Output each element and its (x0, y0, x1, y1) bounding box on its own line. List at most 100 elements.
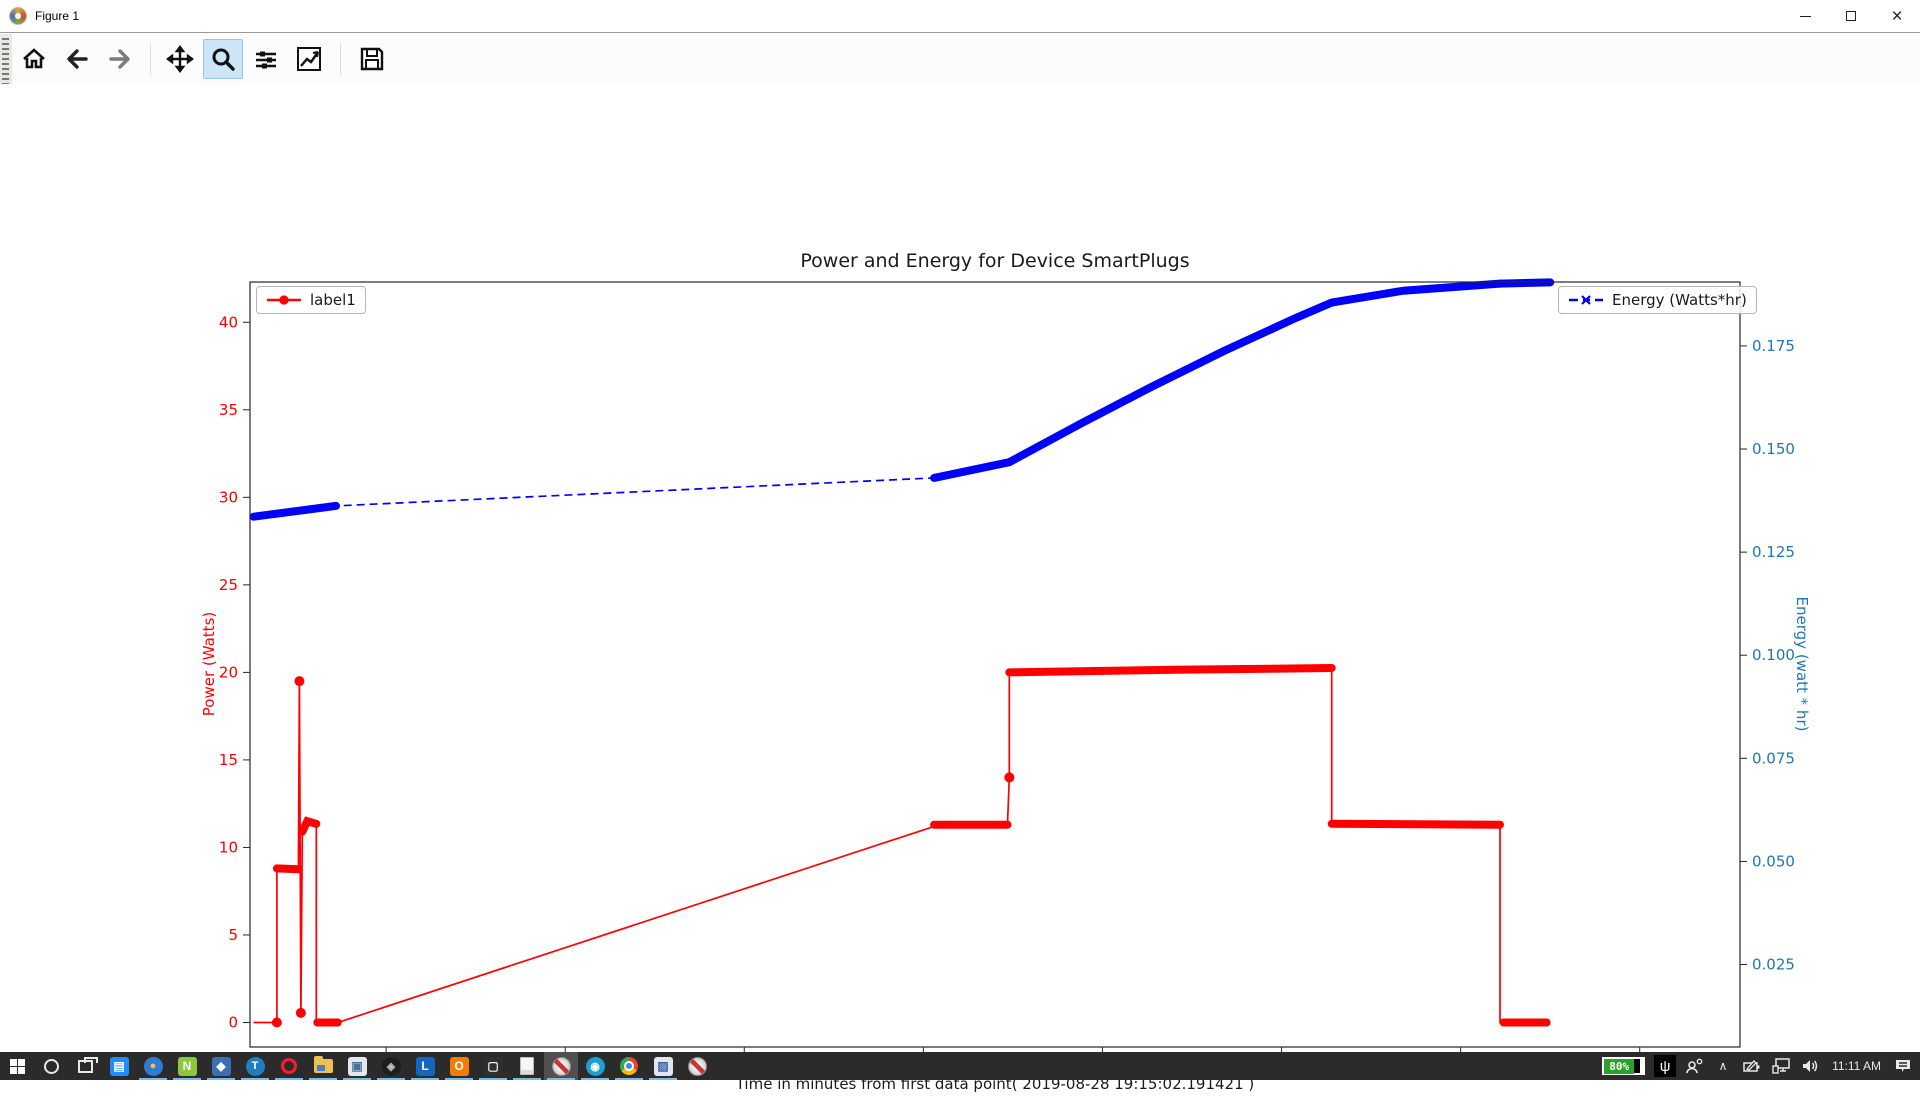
legend-power: label1 (256, 286, 366, 314)
taskbar-app-console-icon[interactable]: ▢ (476, 1052, 510, 1080)
app-l-icon: L (416, 1057, 435, 1076)
app-console-icon: ▢ (484, 1057, 503, 1076)
app-orange-icon: O (450, 1057, 469, 1076)
app-opera-icon (281, 1058, 297, 1074)
battery-meter[interactable]: 80% (1602, 1057, 1645, 1075)
toolbar-separator (340, 43, 341, 75)
speaker-icon[interactable] (1799, 1055, 1821, 1077)
taskbar-app-thunderbird-icon[interactable]: T (238, 1052, 272, 1080)
forward-button[interactable] (100, 39, 140, 79)
right-tick-label: 0.125 (1752, 543, 1795, 561)
left-tick-label: 5 (228, 926, 238, 944)
dense-markers-energy (1332, 284, 1500, 303)
taskbar-app-monitor-icon[interactable]: ▣ (340, 1052, 374, 1080)
left-tick-label: 10 (219, 838, 238, 856)
legend-energy-line-icon (1568, 294, 1604, 306)
taskbar-app-notepadpp-icon[interactable]: N (170, 1052, 204, 1080)
taskbar-store-icon[interactable]: ▤ (102, 1052, 136, 1080)
configure-subplots-button[interactable] (246, 39, 286, 79)
pan-button[interactable] (160, 39, 200, 79)
grip-dots-icon (2, 38, 9, 90)
dense-markers-energy (254, 506, 336, 517)
app-globe-icon: ● (144, 1057, 163, 1076)
plot-area[interactable]: 1435014400144501450014550146001465014700… (180, 272, 1840, 1102)
back-button[interactable] (57, 39, 97, 79)
taskbar-apps: ▤ ● N◆T ▣ ◈ LO ▢ ◉ ▨ (0, 1052, 714, 1080)
right-tick-label: 0.075 (1752, 749, 1795, 767)
taskbar-file-explorer-icon[interactable] (306, 1052, 340, 1080)
left-tick-label: 40 (219, 313, 238, 331)
taskbar-clock[interactable]: 11:11 AM (1828, 1059, 1885, 1073)
taskbar-task-view-icon[interactable] (68, 1052, 102, 1080)
network-icon[interactable] (1770, 1055, 1792, 1077)
taskbar-matplotlib-2-icon[interactable] (680, 1052, 714, 1080)
data-point-marker (272, 1017, 282, 1027)
right-tick-label: 0.100 (1752, 646, 1795, 664)
taskbar-app-notepad-icon[interactable] (510, 1052, 544, 1080)
figure-window-matplotlib-icon (552, 1057, 571, 1076)
battery-tip-icon (1634, 1059, 1643, 1073)
people-icon[interactable] (1683, 1055, 1705, 1077)
maximize-button[interactable] (1828, 0, 1874, 32)
forward-arrow-icon (107, 46, 133, 72)
taskbar-figure-window-matplotlib-icon[interactable] (544, 1052, 578, 1080)
dense-markers-energy (934, 462, 1009, 478)
legend-power-label: label1 (310, 291, 356, 309)
app-notepad-icon (520, 1057, 534, 1075)
dense-markers-energy (1009, 303, 1331, 463)
taskbar-chrome-icon[interactable] (612, 1052, 646, 1080)
chart-title: Power and Energy for Device SmartPlugs (250, 250, 1740, 272)
zoom-button[interactable] (203, 39, 243, 79)
close-button[interactable]: × (1874, 0, 1920, 32)
series-line-energy (254, 282, 1551, 517)
left-tick-label: 35 (219, 401, 238, 419)
toolbar-separator (150, 43, 151, 75)
dense-markers-power (277, 868, 299, 869)
taskbar-app-paint-icon[interactable]: ▨ (646, 1052, 680, 1080)
window-titlebar[interactable]: Figure 1 × (0, 0, 1920, 33)
home-button[interactable] (14, 39, 54, 79)
plug-icon[interactable]: ψ (1654, 1055, 1676, 1077)
left-tick-label: 15 (219, 751, 238, 769)
line-chart-icon (296, 46, 322, 72)
app-blue-circle-icon: ◉ (586, 1057, 605, 1076)
right-tick-label: 0.050 (1752, 852, 1795, 870)
battery-percent: 80% (1604, 1059, 1634, 1074)
data-point-marker (1004, 772, 1014, 782)
taskbar-app-blue-circle-icon[interactable]: ◉ (578, 1052, 612, 1080)
edit-axes-button[interactable] (289, 39, 329, 79)
taskbar-app-l-icon[interactable]: L (408, 1052, 442, 1080)
dense-markers-power (1332, 824, 1500, 825)
left-tick-label: 0 (228, 1013, 238, 1031)
taskbar-start-button[interactable] (0, 1052, 34, 1080)
taskbar-app-compass-icon[interactable]: ◈ (374, 1052, 408, 1080)
taskbar-app-globe-icon[interactable]: ● (136, 1052, 170, 1080)
right-tick-label: 0.150 (1752, 440, 1795, 458)
app-monitor-icon: ▣ (348, 1057, 367, 1076)
dense-markers-power (302, 821, 316, 832)
store-icon: ▤ (110, 1057, 129, 1076)
left-tick-label: 25 (219, 576, 238, 594)
legend-energy: Energy (Watts*hr) (1558, 286, 1757, 314)
save-button[interactable] (352, 39, 392, 79)
taskbar-app-opera-icon[interactable] (272, 1052, 306, 1080)
left-tick-label: 30 (219, 488, 238, 506)
matplotlib-toolbar (0, 34, 1920, 84)
task-view-icon (78, 1060, 93, 1073)
system-tray: 80% ψ ∧ 11:11 AM (1602, 1052, 1920, 1080)
legend-energy-label: Energy (Watts*hr) (1612, 291, 1747, 309)
chrome-icon (620, 1057, 638, 1075)
home-icon (21, 46, 47, 72)
taskbar-app-orange-icon[interactable]: O (442, 1052, 476, 1080)
taskbar-app-virtualbox-icon[interactable]: ◆ (204, 1052, 238, 1080)
figure-canvas[interactable]: Power and Energy for Device SmartPlugs P… (0, 84, 1920, 1052)
right-tick-label: 0.025 (1752, 956, 1795, 974)
minimize-button[interactable] (1782, 0, 1828, 32)
pen-battery-icon[interactable] (1741, 1055, 1763, 1077)
taskbar-search-circle-icon[interactable] (34, 1052, 68, 1080)
back-arrow-icon (64, 46, 90, 72)
app-paint-icon: ▨ (654, 1057, 673, 1076)
action-center-icon[interactable] (1892, 1055, 1914, 1077)
start-button (10, 1059, 25, 1074)
chevron-up-icon[interactable]: ∧ (1712, 1055, 1734, 1077)
